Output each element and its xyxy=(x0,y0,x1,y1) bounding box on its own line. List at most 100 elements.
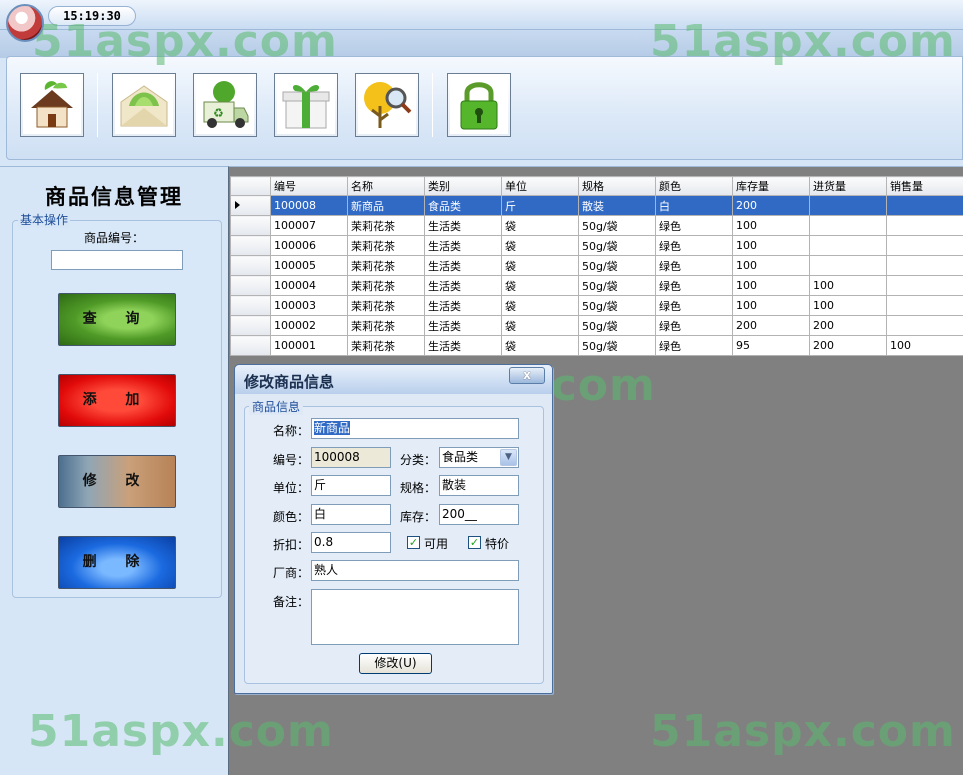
product-code-input[interactable] xyxy=(51,250,183,270)
table-cell[interactable] xyxy=(886,255,963,276)
table-cell[interactable]: 200 xyxy=(732,195,810,216)
table-cell[interactable]: 生活类 xyxy=(424,215,502,236)
row-header[interactable] xyxy=(230,315,271,336)
table-cell[interactable] xyxy=(886,295,963,316)
table-row[interactable]: 100005 茉莉花茶 生活类袋 50g/袋 绿色 100 xyxy=(230,255,963,276)
row-header[interactable] xyxy=(230,215,271,236)
table-cell[interactable]: 100 xyxy=(732,255,810,276)
table-row[interactable]: 100006 茉莉花茶 生活类袋 50g/袋 绿色 100 xyxy=(230,235,963,256)
row-header-corner[interactable] xyxy=(230,176,271,196)
column-header[interactable]: 编号 xyxy=(270,176,348,196)
table-cell[interactable]: 茉莉花茶 xyxy=(347,295,425,316)
table-cell[interactable]: 50g/袋 xyxy=(578,255,656,276)
edit-button[interactable]: 修 改 xyxy=(58,455,176,508)
table-cell[interactable]: 绿色 xyxy=(655,295,733,316)
table-cell[interactable]: 绿色 xyxy=(655,275,733,296)
search-button[interactable] xyxy=(355,73,419,137)
table-cell[interactable]: 茉莉花茶 xyxy=(347,315,425,336)
table-cell[interactable]: 100 xyxy=(732,215,810,236)
table-cell[interactable]: 100 xyxy=(886,335,963,356)
table-cell[interactable] xyxy=(886,235,963,256)
available-checkbox[interactable]: ✓ xyxy=(407,536,420,549)
table-cell[interactable]: 200 xyxy=(732,315,810,336)
table-cell[interactable] xyxy=(886,275,963,296)
chevron-down-icon[interactable]: ▼ xyxy=(500,449,517,466)
row-header[interactable] xyxy=(230,235,271,256)
table-row[interactable]: 100001 茉莉花茶 生活类袋 50g/袋 绿色 95 200 100 xyxy=(230,335,963,356)
table-cell[interactable]: 100003 xyxy=(270,295,348,316)
spec-input[interactable]: 散装 xyxy=(439,475,519,496)
table-cell[interactable]: 茉莉花茶 xyxy=(347,255,425,276)
column-header[interactable]: 颜色 xyxy=(655,176,733,196)
category-select[interactable]: 食品类 ▼ xyxy=(439,447,519,468)
table-cell[interactable]: 50g/袋 xyxy=(578,215,656,236)
table-cell[interactable]: 生活类 xyxy=(424,255,502,276)
column-header[interactable]: 名称 xyxy=(347,176,425,196)
table-cell[interactable]: 新商品 xyxy=(347,195,425,216)
table-row[interactable]: 100002 茉莉花茶 生活类袋 50g/袋 绿色 200 200 xyxy=(230,315,963,336)
table-cell[interactable]: 50g/袋 xyxy=(578,275,656,296)
table-cell[interactable]: 50g/袋 xyxy=(578,235,656,256)
table-cell[interactable]: 50g/袋 xyxy=(578,315,656,336)
table-cell[interactable]: 生活类 xyxy=(424,295,502,316)
color-input[interactable]: 白 xyxy=(311,504,391,525)
table-cell[interactable]: 绿色 xyxy=(655,315,733,336)
table-cell[interactable]: 茉莉花茶 xyxy=(347,235,425,256)
table-cell[interactable]: 生活类 xyxy=(424,235,502,256)
table-row[interactable]: 100008 新商品 食品类斤散装白 200 xyxy=(230,195,963,216)
row-header[interactable] xyxy=(230,255,271,276)
table-cell[interactable] xyxy=(809,255,887,276)
table-cell[interactable] xyxy=(886,315,963,336)
product-grid[interactable]: 编号 名称 类别 单位 规格 颜色 库存量 进货量 销售量 100008 新商品食… xyxy=(230,176,963,356)
column-header[interactable]: 规格 xyxy=(578,176,656,196)
table-cell[interactable]: 生活类 xyxy=(424,275,502,296)
table-cell[interactable]: 100002 xyxy=(270,315,348,336)
table-cell[interactable]: 95 xyxy=(732,335,810,356)
row-header[interactable] xyxy=(230,295,271,316)
table-cell[interactable]: 袋 xyxy=(501,215,579,236)
table-cell[interactable]: 绿色 xyxy=(655,335,733,356)
table-cell[interactable]: 100008 xyxy=(270,195,348,216)
stock-input[interactable]: 200__ xyxy=(439,504,519,525)
row-header[interactable] xyxy=(230,195,271,216)
table-cell[interactable]: 茉莉花茶 xyxy=(347,215,425,236)
table-cell[interactable]: 袋 xyxy=(501,295,579,316)
table-cell[interactable]: 袋 xyxy=(501,315,579,336)
unit-input[interactable]: 斤 xyxy=(311,475,391,496)
table-cell[interactable]: 袋 xyxy=(501,255,579,276)
table-cell[interactable]: 绿色 xyxy=(655,235,733,256)
special-checkbox[interactable]: ✓ xyxy=(468,536,481,549)
table-cell[interactable]: 100 xyxy=(732,275,810,296)
table-cell[interactable]: 100001 xyxy=(270,335,348,356)
table-cell[interactable]: 斤 xyxy=(501,195,579,216)
lock-button[interactable] xyxy=(447,73,511,137)
table-cell[interactable]: 绿色 xyxy=(655,215,733,236)
column-header[interactable]: 销售量 xyxy=(886,176,963,196)
delete-button[interactable]: 删 除 xyxy=(58,536,176,589)
home-button[interactable] xyxy=(20,73,84,137)
table-cell[interactable]: 100005 xyxy=(270,255,348,276)
table-cell[interactable] xyxy=(809,215,887,236)
column-header[interactable]: 进货量 xyxy=(809,176,887,196)
table-cell[interactable]: 茉莉花茶 xyxy=(347,335,425,356)
close-button[interactable]: x xyxy=(509,367,545,384)
row-header[interactable] xyxy=(230,275,271,296)
table-cell[interactable]: 袋 xyxy=(501,335,579,356)
table-cell[interactable]: 生活类 xyxy=(424,335,502,356)
table-cell[interactable]: 袋 xyxy=(501,235,579,256)
table-cell[interactable]: 50g/袋 xyxy=(578,335,656,356)
table-cell[interactable]: 100 xyxy=(809,295,887,316)
table-cell[interactable]: 100 xyxy=(809,275,887,296)
table-row[interactable]: 100007 茉莉花茶 生活类袋 50g/袋 绿色 100 xyxy=(230,215,963,236)
table-cell[interactable]: 100007 xyxy=(270,215,348,236)
gift-button[interactable] xyxy=(274,73,338,137)
table-row[interactable]: 100003 茉莉花茶 生活类袋 50g/袋 绿色 100 100 xyxy=(230,295,963,316)
table-cell[interactable]: 200 xyxy=(809,315,887,336)
app-logo-icon[interactable] xyxy=(6,4,44,42)
table-cell[interactable]: 袋 xyxy=(501,275,579,296)
remark-textarea[interactable] xyxy=(311,589,519,645)
row-header[interactable] xyxy=(230,335,271,356)
table-cell[interactable]: 100 xyxy=(732,295,810,316)
table-cell[interactable]: 200 xyxy=(809,335,887,356)
table-cell[interactable]: 白 xyxy=(655,195,733,216)
